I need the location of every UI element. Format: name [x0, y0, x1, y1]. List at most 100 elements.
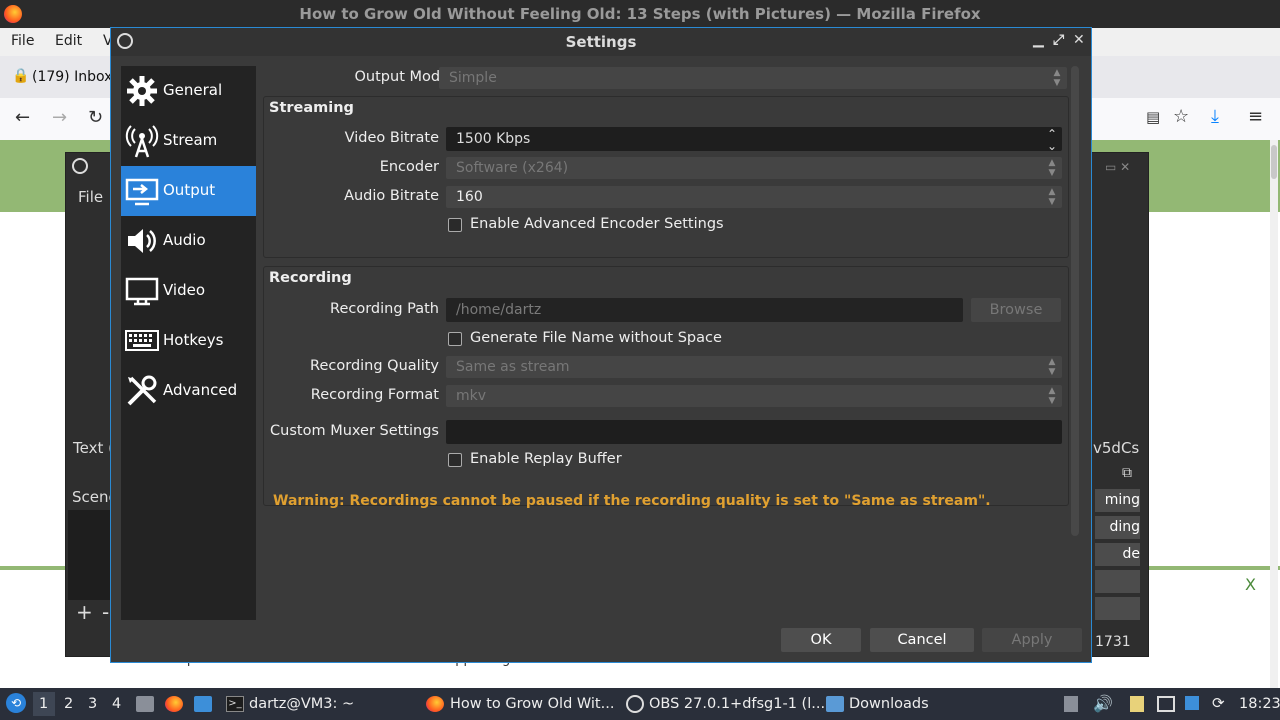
- workspace-1[interactable]: 1: [39, 696, 48, 712]
- video-bitrate-value: 1500 Kbps: [456, 131, 531, 147]
- settings-sidebar: General Stream Output Audio Video Hotkey…: [121, 66, 256, 620]
- recording-quality-select[interactable]: Same as stream ▲ ▼: [446, 356, 1062, 378]
- minimize-icon[interactable]: ▁: [1033, 32, 1044, 48]
- recording-format-select[interactable]: mkv ▲ ▼: [446, 385, 1062, 407]
- video-bitrate-spinbox[interactable]: 1500 Kbps ⌃ ⌄: [446, 127, 1062, 152]
- clipboard-icon[interactable]: [1130, 696, 1144, 712]
- sidebar-item-advanced[interactable]: Advanced: [121, 366, 256, 416]
- encoder-select[interactable]: Software (x264) ▲ ▼: [446, 157, 1062, 179]
- updown-arrows-icon[interactable]: ⌃ ⌄: [1046, 128, 1058, 152]
- recording-quality-label: Recording Quality: [310, 358, 439, 374]
- page-scrollbar-thumb[interactable]: [1271, 145, 1277, 179]
- menu-file[interactable]: File: [11, 33, 34, 49]
- recording-group-title: Recording: [269, 270, 352, 286]
- hamburger-menu-icon[interactable]: ≡: [1248, 106, 1263, 127]
- sidebar-item-video[interactable]: Video: [121, 266, 256, 316]
- recording-path-input[interactable]: /home/dartz: [446, 298, 963, 322]
- page-scrollbar[interactable]: [1270, 140, 1278, 688]
- obs-exit-button[interactable]: [1095, 597, 1140, 620]
- obs-settings-button[interactable]: [1095, 570, 1140, 593]
- studio-mode-button[interactable]: de: [1095, 543, 1140, 566]
- banner-close-button[interactable]: X: [1245, 575, 1256, 594]
- updown-arrows-icon: ▲ ▼: [1048, 187, 1056, 207]
- lock-icon: 🔒: [12, 68, 30, 84]
- start-streaming-button[interactable]: ming: [1095, 489, 1140, 512]
- custom-muxer-input[interactable]: [446, 420, 1062, 444]
- audio-bitrate-value: 160: [456, 189, 483, 205]
- apply-button[interactable]: Apply: [982, 628, 1082, 652]
- download-icon[interactable]: ⤓: [1211, 106, 1219, 127]
- filename-no-space-checkbox[interactable]: [448, 332, 462, 346]
- sidebar-item-output[interactable]: Output: [121, 166, 256, 216]
- update-icon[interactable]: [1185, 696, 1199, 710]
- taskbar-firefox[interactable]: How to Grow Old Wit...: [450, 696, 614, 712]
- sidebar-label-output: Output: [163, 181, 216, 199]
- terminal-icon: >_: [226, 696, 244, 712]
- maximize-icon[interactable]: ⤢: [1053, 32, 1064, 48]
- taskbar-obs[interactable]: OBS 27.0.1+dfsg1-1 (l...: [649, 696, 825, 712]
- tray-eject-icon[interactable]: [1064, 696, 1078, 712]
- speaker-icon: [128, 229, 156, 253]
- remove-scene-button[interactable]: -: [102, 600, 109, 624]
- obs-status-number: 1731: [1095, 634, 1131, 650]
- display-icon[interactable]: [1157, 696, 1175, 712]
- reader-view-icon[interactable]: ▤: [1146, 108, 1160, 126]
- browse-button[interactable]: Browse: [971, 298, 1061, 322]
- forward-icon[interactable]: →: [52, 107, 67, 128]
- workspace-4[interactable]: 4: [112, 696, 121, 712]
- obs-menu-file[interactable]: File: [78, 188, 103, 206]
- obs-window-controls: ▭ ✕: [1105, 160, 1131, 174]
- folder-icon: [826, 696, 844, 712]
- encoder-label: Encoder: [379, 159, 439, 175]
- reload-icon[interactable]: ↻: [88, 107, 103, 128]
- dock-float-icon[interactable]: ⧉: [1122, 465, 1132, 481]
- workspace-3[interactable]: 3: [88, 696, 97, 712]
- clock[interactable]: 18:23: [1239, 696, 1280, 712]
- recording-quality-value: Same as stream: [456, 359, 570, 375]
- audio-bitrate-select[interactable]: 160 ▲ ▼: [446, 186, 1062, 208]
- settings-scrollbar[interactable]: [1071, 66, 1079, 536]
- file-manager-icon[interactable]: [136, 696, 154, 712]
- sidebar-item-general[interactable]: General: [121, 66, 256, 116]
- output-mode-value: Simple: [449, 70, 497, 86]
- sidebar-label-advanced: Advanced: [163, 381, 238, 399]
- sidebar-item-stream[interactable]: Stream: [121, 116, 256, 166]
- menu-edit[interactable]: Edit: [55, 33, 82, 49]
- sidebar-label-audio: Audio: [163, 231, 206, 249]
- desktop-icon[interactable]: [194, 696, 212, 712]
- recording-path-value: /home/dartz: [456, 302, 542, 318]
- output-mode-label: Output Mode: [354, 69, 449, 85]
- sidebar-label-video: Video: [163, 281, 206, 299]
- ok-button[interactable]: OK: [781, 628, 861, 652]
- settings-titlebar: Settings: [111, 28, 1091, 56]
- bookmark-star-icon[interactable]: ☆: [1173, 106, 1189, 127]
- updown-arrows-icon: ▲ ▼: [1048, 158, 1056, 178]
- obs-text-source-label: Text (: [73, 439, 114, 457]
- taskbar-downloads[interactable]: Downloads: [849, 696, 929, 712]
- output-mode-select[interactable]: Simple ▲ ▼: [439, 67, 1067, 89]
- add-scene-button[interactable]: +: [76, 600, 93, 624]
- volume-icon[interactable]: 🔊: [1093, 694, 1113, 713]
- cancel-button[interactable]: Cancel: [870, 628, 974, 652]
- network-icon[interactable]: ⟳: [1212, 694, 1225, 712]
- close-icon[interactable]: ✕: [1073, 32, 1085, 48]
- tab-inbox[interactable]: (179) Inbox: [32, 69, 112, 85]
- advanced-encoder-checkbox[interactable]: [448, 218, 462, 232]
- taskbar-terminal[interactable]: dartz@VM3: ~: [249, 696, 354, 712]
- recording-format-value: mkv: [456, 388, 487, 404]
- firefox-launcher-icon[interactable]: [165, 696, 183, 712]
- sidebar-label-hotkeys: Hotkeys: [163, 331, 224, 349]
- firefox-icon: [426, 696, 444, 712]
- workspace-2[interactable]: 2: [64, 696, 73, 712]
- sidebar-item-hotkeys[interactable]: Hotkeys: [121, 316, 256, 366]
- settings-title: Settings: [565, 33, 637, 51]
- start-recording-button[interactable]: ding: [1095, 516, 1140, 539]
- back-icon[interactable]: ←: [15, 107, 30, 128]
- video-bitrate-label: Video Bitrate: [344, 130, 439, 146]
- updown-arrows-icon: ▲ ▼: [1048, 386, 1056, 406]
- recording-path-label: Recording Path: [330, 301, 439, 317]
- replay-buffer-checkbox[interactable]: [448, 453, 462, 467]
- start-menu-icon[interactable]: ⟲: [6, 693, 26, 713]
- obs-icon: [626, 695, 644, 713]
- sidebar-item-audio[interactable]: Audio: [121, 216, 256, 266]
